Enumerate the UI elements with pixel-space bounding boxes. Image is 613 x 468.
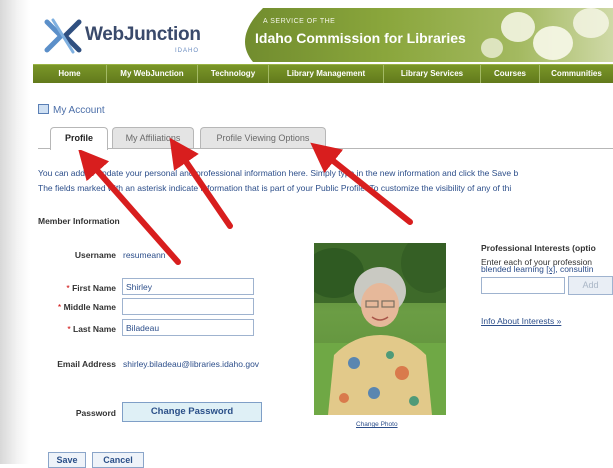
- arrow-to-profile-tab: [78, 148, 181, 265]
- arrow-to-viewing-options-tab: [310, 142, 413, 225]
- tab-profile[interactable]: Profile: [50, 127, 108, 150]
- arrow-to-affiliations-tab: [169, 137, 233, 229]
- annotation-arrows: [78, 137, 413, 265]
